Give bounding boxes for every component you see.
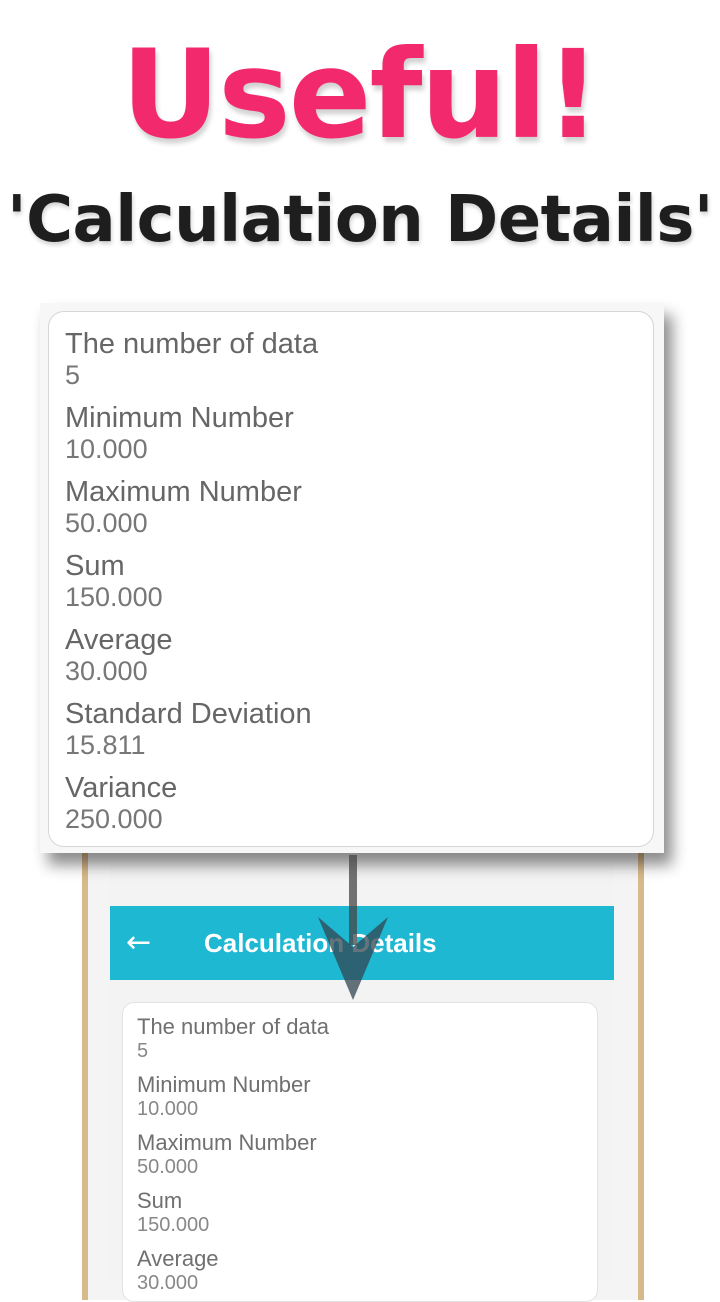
item-label: Minimum Number [137, 1072, 311, 1097]
item-label: Variance [65, 772, 178, 804]
item-value: 5 [137, 1040, 149, 1062]
item-label: Average [137, 1246, 219, 1271]
list-item: Minimum Number 10.000 [65, 402, 637, 464]
item-value: 10.000 [65, 434, 148, 464]
item-label: The number of data [65, 328, 319, 360]
item-label: Minimum Number [65, 402, 294, 434]
item-value: 50.000 [65, 508, 148, 538]
list-item: The number of data 5 [137, 1015, 583, 1063]
arrow-down-icon [318, 855, 388, 1000]
item-label: Sum [137, 1188, 183, 1213]
item-value: 10.000 [137, 1098, 199, 1120]
arrow-left-icon[interactable]: ← [126, 906, 152, 980]
item-label: Maximum Number [137, 1130, 317, 1155]
details-card: The number of data 5 Minimum Number 10.000… [48, 311, 654, 847]
item-value: 150.000 [137, 1214, 210, 1236]
headline-title: Useful! [121, 24, 601, 166]
item-label: Average [65, 624, 173, 656]
item-value: 15.811 [65, 730, 146, 760]
list-item: Average 30.000 [65, 624, 637, 686]
list-item: Maximum Number 50.000 [137, 1131, 583, 1179]
item-value: 50.000 [137, 1156, 199, 1178]
list-item: Average 30.000 [137, 1247, 583, 1295]
list-item: Standard Deviation 15.811 [65, 698, 637, 760]
item-value: 250.000 [65, 804, 163, 834]
item-label: Sum [65, 550, 125, 582]
item-value: 150.000 [65, 582, 163, 612]
list-item: Sum 150.000 [65, 550, 637, 612]
list-item: The number of data 5 [65, 328, 637, 390]
item-label: Standard Deviation [65, 698, 312, 730]
list-item: Variance 250.000 [65, 772, 637, 834]
list-item: Minimum Number 10.000 [137, 1073, 583, 1121]
item-label: The number of data [137, 1014, 330, 1039]
headline-subtitle: 'Calculation Details' [6, 183, 714, 257]
list-item: Sum 150.000 [137, 1189, 583, 1237]
item-label: Maximum Number [65, 476, 302, 508]
phone-details-card: The number of data 5 Minimum Number 10.000… [122, 1002, 598, 1302]
list-item: Maximum Number 50.000 [65, 476, 637, 538]
item-value: 30.000 [137, 1272, 199, 1294]
zoomed-details-panel: The number of data 5 Minimum Number 10.000… [40, 303, 664, 853]
item-value: 30.000 [65, 656, 148, 686]
item-value: 5 [65, 360, 81, 390]
